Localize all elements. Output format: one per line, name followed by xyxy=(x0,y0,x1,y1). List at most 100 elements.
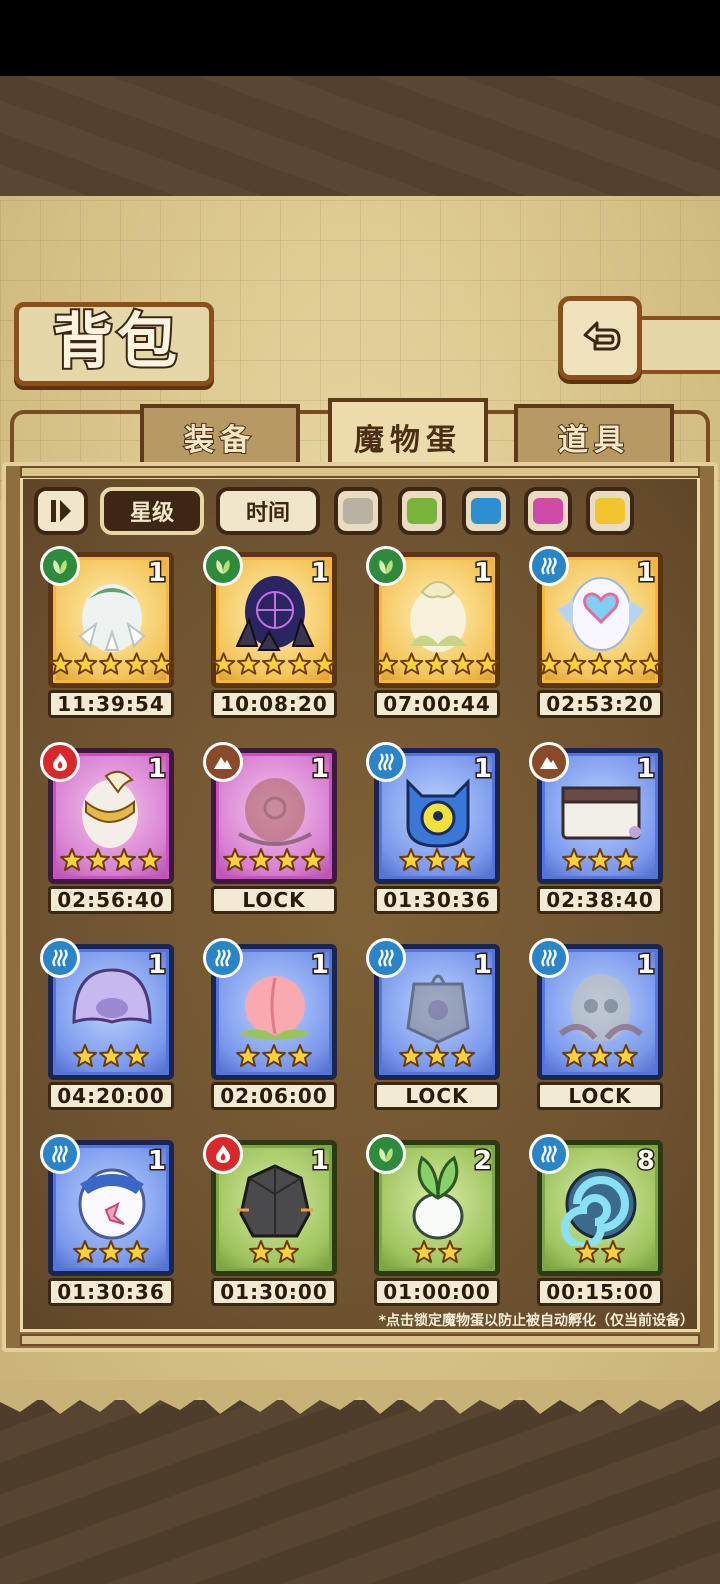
egg-card[interactable]: 1 07:00:44 xyxy=(366,546,500,718)
radish-egg-icon xyxy=(412,1155,464,1240)
water-element-icon xyxy=(366,742,406,782)
star-icon xyxy=(301,848,325,871)
hatch-timer: 10:08:20 xyxy=(211,690,337,718)
egg-count: 1 xyxy=(309,753,330,786)
filter-green[interactable] xyxy=(398,487,446,535)
star-rating xyxy=(374,1040,500,1072)
egg-count: 1 xyxy=(472,949,493,982)
egg-count: 1 xyxy=(472,557,493,590)
hatch-timer: 01:00:00 xyxy=(374,1278,500,1306)
tab-items-label: 道具 xyxy=(557,422,630,459)
hatch-timer: 02:53:20 xyxy=(537,690,663,718)
water-element-icon xyxy=(366,938,406,978)
egg-card[interactable]: 1 04:20:00 xyxy=(40,938,174,1110)
sailor-egg-icon xyxy=(78,1168,146,1240)
star-icon xyxy=(112,848,136,871)
egg-card[interactable]: 2 01:00:00 xyxy=(366,1134,500,1306)
golden-egg-icon xyxy=(82,770,138,848)
tab-equipment[interactable]: 装备 xyxy=(140,404,300,466)
map-background-bottom xyxy=(0,1400,720,1584)
grass-element-icon xyxy=(366,1134,406,1174)
egg-card[interactable]: 1 02:56:40 xyxy=(40,742,174,914)
filter-purple[interactable] xyxy=(524,487,572,535)
star-icon xyxy=(588,848,612,871)
skull-egg-icon xyxy=(559,974,643,1042)
star-icon xyxy=(399,848,423,871)
star-rating xyxy=(211,844,337,876)
hatch-timer: 02:38:40 xyxy=(537,886,663,914)
water-element-icon xyxy=(529,1134,569,1174)
star-icon xyxy=(287,652,311,675)
egg-card[interactable]: 1 02:06:00 xyxy=(203,938,337,1110)
water-element-icon xyxy=(529,546,569,586)
egg-card[interactable]: 1 LOCK xyxy=(203,742,337,914)
jelly-egg-icon xyxy=(72,968,152,1025)
star-icon xyxy=(638,652,663,675)
hatch-timer: 02:56:40 xyxy=(48,886,174,914)
swatch-purple xyxy=(533,498,563,524)
egg-card[interactable]: 1 01:30:36 xyxy=(40,1134,174,1306)
swatch-green xyxy=(407,498,437,524)
star-icon xyxy=(312,652,337,675)
star-icon xyxy=(451,848,475,871)
egg-count: 1 xyxy=(146,753,167,786)
hatch-timer: 04:20:00 xyxy=(48,1082,174,1110)
swatch-gold xyxy=(595,498,625,524)
star-rating xyxy=(48,648,174,680)
water-element-icon xyxy=(529,938,569,978)
sort-by-star-label: 星级 xyxy=(129,501,174,526)
heart-egg-icon xyxy=(557,577,645,651)
star-icon xyxy=(237,652,261,675)
panel-rail-bottom xyxy=(20,1334,700,1346)
eye-egg-icon xyxy=(406,778,470,848)
star-icon xyxy=(223,848,247,871)
swatch-gray xyxy=(343,498,373,524)
egg-card[interactable]: 1 11:39:54 xyxy=(40,546,174,718)
star-icon xyxy=(412,1240,436,1263)
star-rating xyxy=(537,844,663,876)
swatch-blue xyxy=(471,498,501,524)
egg-card[interactable]: 1 LOCK xyxy=(366,938,500,1110)
star-icon xyxy=(601,1240,625,1263)
sort-order-toggle[interactable] xyxy=(34,487,88,535)
egg-card[interactable]: 8 00:15:00 xyxy=(529,1134,663,1306)
star-icon xyxy=(451,1044,475,1067)
tab-items[interactable]: 道具 xyxy=(514,404,674,466)
star-icon xyxy=(562,848,586,871)
egg-card[interactable]: 1 02:38:40 xyxy=(529,742,663,914)
star-icon xyxy=(438,1240,462,1263)
torn-edge-bottom xyxy=(0,1380,720,1414)
star-icon xyxy=(125,1044,149,1067)
star-icon xyxy=(99,1240,123,1263)
star-icon xyxy=(614,848,638,871)
star-icon xyxy=(125,1240,149,1263)
egg-card[interactable]: 1 LOCK xyxy=(529,938,663,1110)
egg-card[interactable]: 1 10:08:20 xyxy=(203,546,337,718)
shell-egg-icon xyxy=(561,1168,637,1246)
lock-label: LOCK xyxy=(537,1082,663,1110)
tab-monster-eggs[interactable]: 魔物蛋 xyxy=(328,398,488,472)
star-icon xyxy=(563,652,587,675)
grass-element-icon xyxy=(366,546,406,586)
star-icon xyxy=(149,652,174,675)
egg-card[interactable]: 1 01:30:00 xyxy=(203,1134,337,1306)
back-button[interactable] xyxy=(558,296,642,380)
sort-by-time-button[interactable]: 时间 xyxy=(216,487,320,535)
star-rating xyxy=(374,844,500,876)
sort-by-star-button[interactable]: 星级 xyxy=(100,487,204,535)
hatch-timer: 07:00:44 xyxy=(374,690,500,718)
star-icon xyxy=(262,652,286,675)
flower-egg-icon xyxy=(78,584,146,652)
egg-card[interactable]: 1 02:53:20 xyxy=(529,546,663,718)
lock-label: LOCK xyxy=(374,1082,500,1110)
panel-rail-top xyxy=(20,466,700,478)
filter-gray[interactable] xyxy=(334,487,382,535)
star-icon xyxy=(425,1044,449,1067)
fire-element-icon xyxy=(40,742,80,782)
egg-card[interactable]: 1 01:30:36 xyxy=(366,742,500,914)
filter-gold[interactable] xyxy=(586,487,634,535)
dark-crystal-egg-icon xyxy=(235,576,315,651)
filter-blue[interactable] xyxy=(462,487,510,535)
status-bar xyxy=(0,0,720,76)
egg-count: 1 xyxy=(309,949,330,982)
